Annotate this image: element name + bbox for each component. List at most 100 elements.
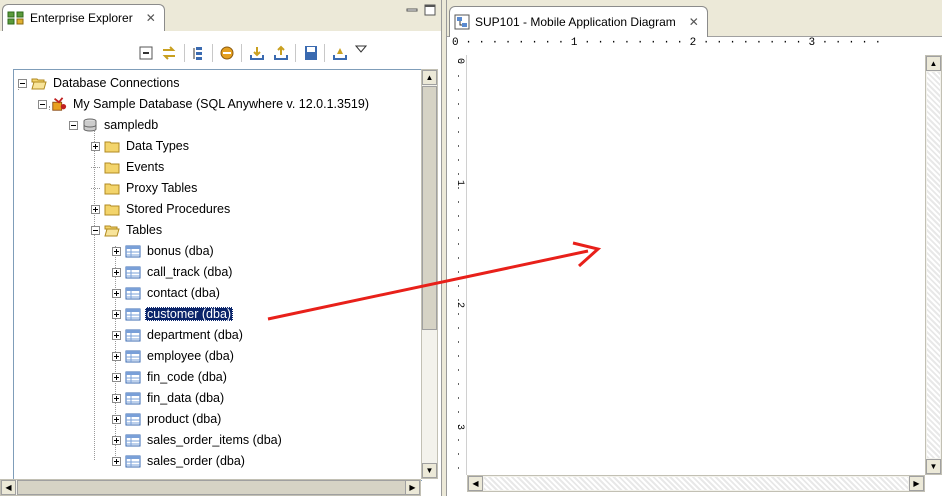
tree-item-events[interactable]: Events [91, 157, 166, 177]
expand-icon[interactable] [112, 435, 121, 445]
close-icon[interactable]: ✕ [689, 15, 699, 29]
view-menu-icon[interactable] [352, 40, 370, 58]
tree-item-sales-order[interactable]: sales_order (dba) [112, 451, 247, 471]
enterprise-explorer-view: Enterprise Explorer ✕ Database Connectio… [0, 0, 442, 496]
ruler-tick [458, 131, 459, 133]
scroll-up-arrow-icon[interactable]: ▲ [422, 70, 437, 85]
scroll-up-arrow-icon[interactable]: ▲ [926, 56, 941, 71]
scroll-down-arrow-icon[interactable]: ▼ [926, 459, 941, 474]
expand-icon[interactable] [112, 414, 121, 424]
minimize-icon[interactable] [405, 4, 419, 16]
expand-icon[interactable] [112, 351, 121, 361]
ruler-tick [458, 411, 459, 413]
scroll-down-arrow-icon[interactable]: ▼ [422, 463, 437, 478]
expand-icon[interactable] [91, 204, 100, 214]
ruler-tick [458, 75, 459, 77]
tree-item-my-sample-database[interactable]: My Sample Database (SQL Anywhere v. 12.0… [38, 94, 371, 114]
tree-item-employee[interactable]: employee (dba) [112, 346, 236, 366]
tree-item-label: bonus (dba) [147, 244, 214, 258]
tree-item-fin-code[interactable]: fin_code (dba) [112, 367, 229, 387]
tree-item-tables[interactable]: Tables [91, 220, 164, 240]
ruler-tick [458, 173, 459, 175]
enterprise-explorer-icon [7, 11, 24, 25]
expand-icon[interactable] [112, 246, 121, 256]
tree-item-sampledb[interactable]: sampledb [69, 115, 160, 135]
enterprise-explorer-tab[interactable]: Enterprise Explorer ✕ [2, 4, 165, 31]
tree-item-label: contact (dba) [147, 286, 220, 300]
ruler-tick [458, 285, 459, 287]
tree-item-fin-data[interactable]: fin_data (dba) [112, 388, 226, 408]
explorer-toolbar [0, 31, 441, 69]
tree-item-label: Data Types [126, 139, 190, 153]
tree-item-label: sales_order (dba) [147, 454, 245, 468]
scrollbar-track [927, 72, 940, 458]
diagram-vertical-scrollbar[interactable]: ▲ ▼ [925, 55, 942, 475]
ruler-mark-label: 3 [454, 423, 465, 430]
collapse-icon[interactable] [91, 225, 100, 235]
collapse-icon[interactable] [18, 78, 27, 88]
import-icon[interactable] [248, 44, 266, 62]
ruler-tick [458, 243, 459, 245]
tree-item-call-track[interactable]: call_track (dba) [112, 262, 234, 282]
save-icon[interactable] [302, 44, 320, 62]
explorer-vertical-scrollbar[interactable]: ▲ ▼ [421, 69, 438, 479]
explorer-horizontal-scrollbar[interactable]: ◀ ▶ [0, 479, 421, 496]
scrollbar-track [484, 477, 908, 490]
tree-item-data-types[interactable]: Data Types [91, 136, 191, 156]
maximize-icon[interactable] [423, 4, 437, 16]
tree-item-customer[interactable]: customer (dba) [112, 304, 234, 324]
expand-icon[interactable] [112, 309, 121, 319]
close-icon[interactable]: ✕ [146, 11, 156, 25]
export-icon[interactable] [272, 44, 290, 62]
tree-item-label: customer (dba) [145, 307, 234, 321]
deploy-icon[interactable] [331, 44, 349, 62]
expand-icon[interactable] [112, 267, 121, 277]
ruler-mark-label: 0 [454, 57, 465, 64]
editor-tab-bar: SUP101 - Mobile Application Diagram ✕ [447, 0, 942, 37]
scroll-left-arrow-icon[interactable]: ◀ [1, 480, 16, 495]
tree-item-label: My Sample Database (SQL Anywhere v. 12.0… [73, 97, 369, 111]
link-with-editor-icon[interactable] [160, 44, 178, 62]
diagram-canvas[interactable] [467, 55, 925, 475]
expand-icon[interactable] [91, 141, 100, 151]
expand-icon[interactable] [112, 393, 121, 403]
tree-item-bonus[interactable]: bonus (dba) [112, 241, 216, 261]
tree-item-label: Tables [126, 223, 163, 237]
scroll-left-arrow-icon[interactable]: ◀ [468, 476, 483, 491]
expand-icon[interactable] [112, 372, 121, 382]
ruler-tick [458, 439, 459, 441]
expand-icon[interactable] [112, 456, 121, 466]
diagram-horizontal-scrollbar[interactable]: ◀ ▶ [467, 475, 925, 492]
tree-item-department[interactable]: department (dba) [112, 325, 245, 345]
diagram-icon [454, 14, 470, 30]
tree-item-sales-order-items[interactable]: sales_order_items (dba) [112, 430, 284, 450]
tree-connector [91, 187, 100, 189]
scroll-right-arrow-icon[interactable]: ▶ [405, 480, 420, 495]
tree-item-label: sales_order_items (dba) [147, 433, 282, 447]
expand-icon[interactable] [112, 288, 121, 298]
toolbar-separator [212, 44, 213, 62]
scrollbar-thumb[interactable] [422, 86, 437, 330]
collapse-icon[interactable] [38, 99, 47, 109]
vertical-ruler: 0 1 2 3 [452, 55, 467, 475]
mobile-application-diagram-tab[interactable]: SUP101 - Mobile Application Diagram ✕ [449, 6, 708, 37]
collapse-icon[interactable] [69, 120, 78, 130]
ruler-tick [458, 467, 459, 469]
table-icon [125, 286, 141, 300]
scroll-right-arrow-icon[interactable]: ▶ [909, 476, 924, 491]
tree-item-proxy-tables[interactable]: Proxy Tables [91, 178, 199, 198]
ruler-tick [458, 201, 459, 203]
horizontal-ruler: 0 · · · · · · · · 1 · · · · · · · · 2 · … [452, 37, 925, 55]
tree-item-product[interactable]: product (dba) [112, 409, 223, 429]
view-window-controls [405, 4, 437, 16]
filter-icon[interactable] [190, 44, 208, 62]
collapse-all-icon[interactable] [137, 44, 155, 62]
tree-item-database-connections[interactable]: Database Connections [18, 73, 181, 93]
toolbar-separator [324, 44, 325, 62]
connect-icon[interactable] [218, 44, 236, 62]
expand-icon[interactable] [112, 330, 121, 340]
scrollbar-thumb[interactable] [17, 480, 410, 495]
diagram-tab-title: SUP101 - Mobile Application Diagram [475, 15, 676, 29]
tree-item-contact[interactable]: contact (dba) [112, 283, 222, 303]
tree-item-stored-procedures[interactable]: Stored Procedures [91, 199, 232, 219]
